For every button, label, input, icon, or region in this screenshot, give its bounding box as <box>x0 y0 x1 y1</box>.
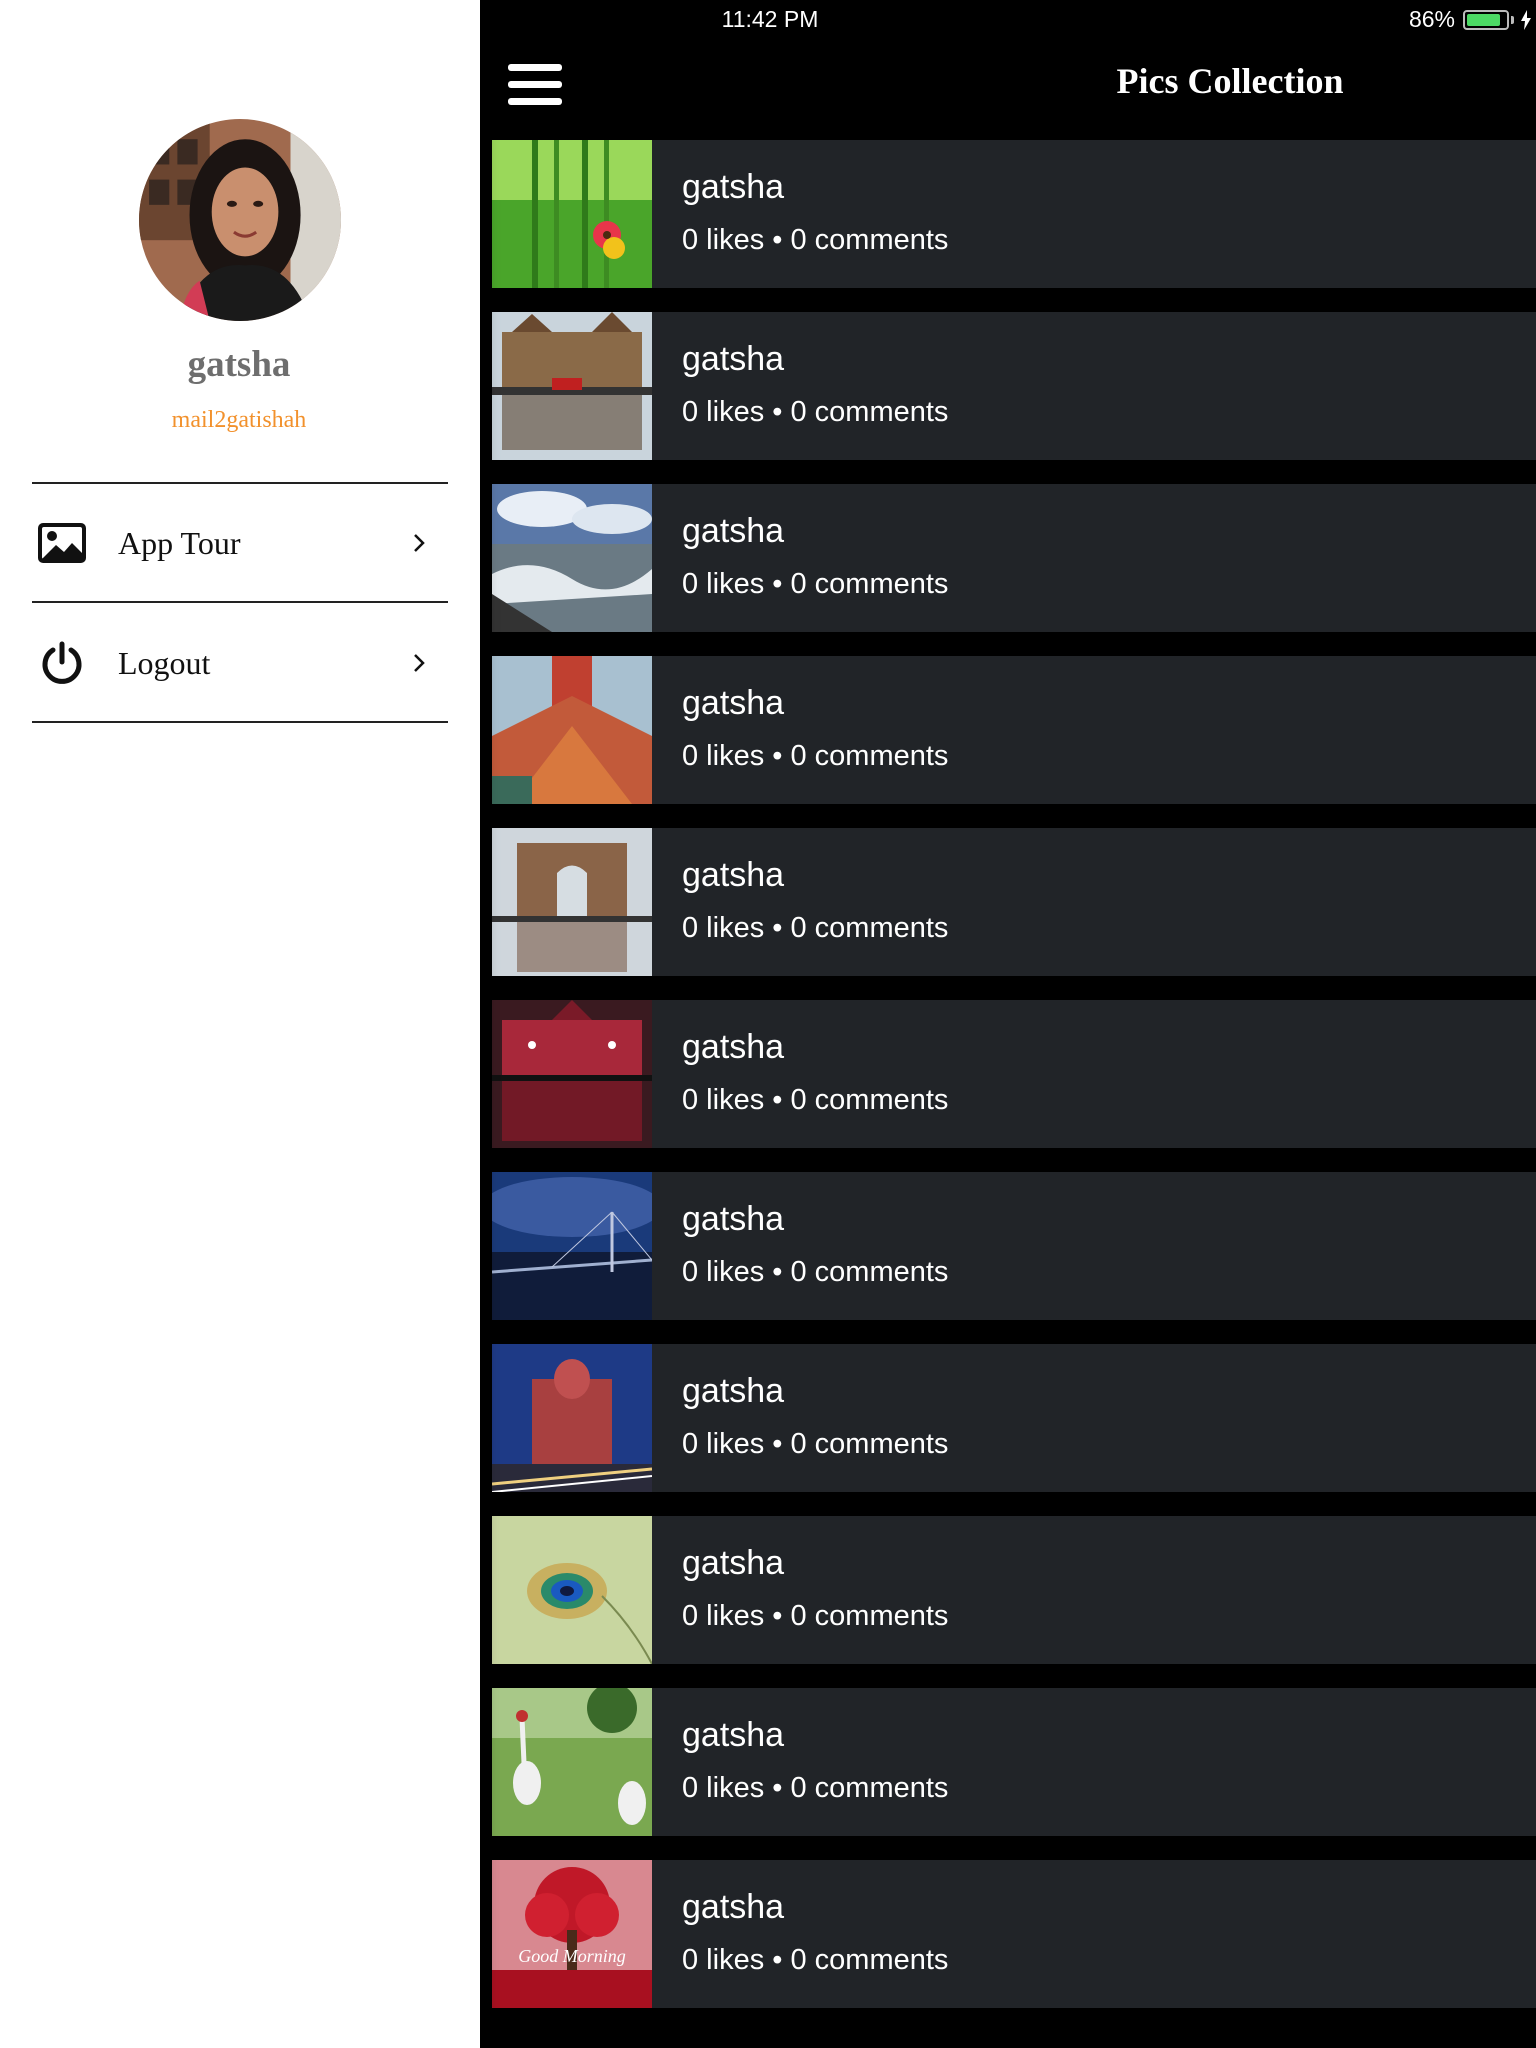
feed-item[interactable]: gatsha 0 likes • 0 comments <box>492 1688 1536 1836</box>
feed-item-thumbnail[interactable] <box>492 312 652 460</box>
feed-item-thumbnail[interactable] <box>492 1688 652 1836</box>
feed-item-author: gatsha <box>682 1716 785 1754</box>
feed-item-stats: 0 likes • 0 comments <box>682 224 949 256</box>
menu-item-label: Logout <box>118 644 211 681</box>
image-icon <box>34 515 90 571</box>
feed-item-author: gatsha <box>682 1200 785 1238</box>
chevron-right-icon <box>408 652 430 674</box>
feed-item[interactable]: gatsha 0 likes • 0 comments <box>492 656 1536 804</box>
feed-item[interactable]: gatsha 0 likes • 0 comments <box>492 312 1536 460</box>
profile-email: mail2gatishah <box>171 407 307 433</box>
feed-item-thumbnail[interactable] <box>492 1516 652 1664</box>
feed-item-thumbnail[interactable] <box>492 1344 652 1492</box>
feed-item-thumbnail[interactable]: Good Morning <box>492 1860 652 2008</box>
feed-item-author: gatsha <box>682 684 785 722</box>
feed-item[interactable]: Good Morning gatsha 0 likes • 0 comments <box>492 1860 1536 2008</box>
feed-item-stats: 0 likes • 0 comments <box>682 568 949 600</box>
feed-item-stats: 0 likes • 0 comments <box>682 740 949 772</box>
menu-item-logout[interactable]: Logout <box>32 604 448 722</box>
feed-item[interactable]: gatsha 0 likes • 0 comments <box>492 1344 1536 1492</box>
feed-item-stats: 0 likes • 0 comments <box>682 1944 949 1976</box>
feed-item-thumbnail[interactable] <box>492 1000 652 1148</box>
feed-item-stats: 0 likes • 0 comments <box>682 1772 949 1804</box>
feed-item-author: gatsha <box>682 340 785 378</box>
chevron-right-icon <box>408 532 430 554</box>
feed-item-stats: 0 likes • 0 comments <box>682 912 949 944</box>
feed-item-author: gatsha <box>682 1544 785 1582</box>
feed-item-thumbnail[interactable] <box>492 1172 652 1320</box>
menu-item-label: App Tour <box>118 524 241 561</box>
feed-item-stats: 0 likes • 0 comments <box>682 396 949 428</box>
main-screen: 11:42 PM 86% Pics Collection gatsha 0 lik… <box>480 0 1536 2048</box>
feed-item-thumbnail[interactable] <box>492 140 652 288</box>
menu-item-app-tour[interactable]: App Tour <box>32 484 448 602</box>
battery-tip <box>1511 15 1514 24</box>
side-drawer: gatsha mail2gatishah App Tour Logout <box>0 0 480 2048</box>
feed-item[interactable]: gatsha 0 likes • 0 comments <box>492 828 1536 976</box>
feed-item[interactable]: gatsha 0 likes • 0 comments <box>492 484 1536 632</box>
feed-item-stats: 0 likes • 0 comments <box>682 1256 949 1288</box>
feed-item-thumbnail[interactable] <box>492 656 652 804</box>
feed-item-stats: 0 likes • 0 comments <box>682 1428 949 1460</box>
feed-item-stats: 0 likes • 0 comments <box>682 1084 949 1116</box>
svg-text:Good Morning: Good Morning <box>518 1946 626 1966</box>
divider <box>32 601 448 603</box>
feed-item[interactable]: gatsha 0 likes • 0 comments <box>492 1516 1536 1664</box>
page-title: Pics Collection <box>1116 61 1344 101</box>
status-battery: 86% <box>1409 6 1532 33</box>
feed-item[interactable]: gatsha 0 likes • 0 comments <box>492 1000 1536 1148</box>
battery-percent: 86% <box>1408 6 1455 32</box>
feed-item-author: gatsha <box>682 856 785 894</box>
feed-item[interactable]: gatsha 0 likes • 0 comments <box>492 140 1536 288</box>
feed-item-author: gatsha <box>682 512 785 550</box>
divider <box>32 721 448 723</box>
feed-item-author: gatsha <box>682 1888 785 1926</box>
battery-icon <box>1463 9 1509 30</box>
charging-icon <box>1520 9 1532 30</box>
feed-item-thumbnail[interactable] <box>492 828 652 976</box>
feed-item-stats: 0 likes • 0 comments <box>682 1600 949 1632</box>
hamburger-icon[interactable] <box>508 64 562 106</box>
feed-item-author: gatsha <box>682 1028 785 1066</box>
avatar[interactable] <box>139 119 341 321</box>
feed-item-author: gatsha <box>682 1372 785 1410</box>
feed-item-author: gatsha <box>682 168 785 206</box>
profile-name: gatsha <box>187 344 291 385</box>
battery-level <box>1467 13 1500 26</box>
feed-item[interactable]: gatsha 0 likes • 0 comments <box>492 1172 1536 1320</box>
status-time: 11:42 PM <box>721 6 819 32</box>
power-icon <box>34 635 90 691</box>
feed-item-thumbnail[interactable] <box>492 484 652 632</box>
